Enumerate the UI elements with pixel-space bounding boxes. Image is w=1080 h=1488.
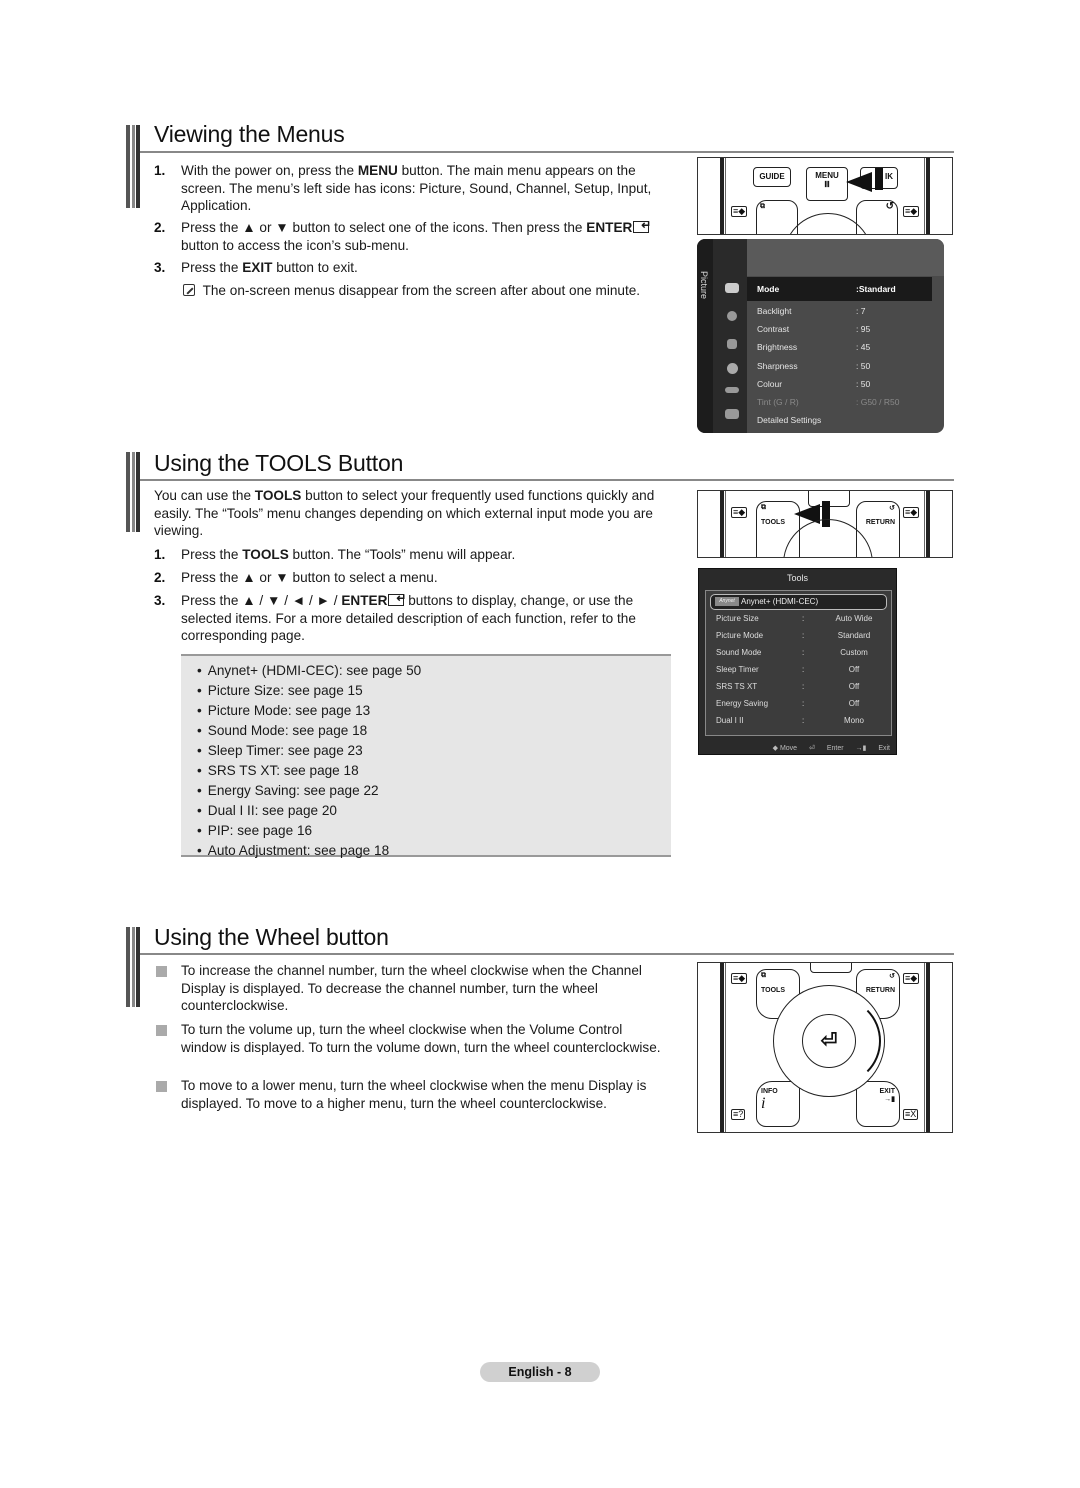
heading-rule — [140, 151, 954, 153]
input-key-left: ≡◆ — [731, 507, 748, 518]
tools-menu-footer: ◆ Move ⏎ Enter →▮ Exit — [763, 744, 890, 752]
pointer-arrow-icon — [846, 172, 872, 192]
info-key: INFO i — [756, 1081, 800, 1127]
remote-illustration-menu: GUIDE MENU Ⅲ IK ≡◆ ≡◆ ⧉ ↺ — [697, 157, 953, 235]
page-number: English - 8 — [480, 1362, 600, 1382]
reference-item: Dual I II: see page 20 — [197, 801, 671, 821]
section-marker — [126, 927, 140, 1007]
anynet-logo: Anynet — [715, 597, 739, 606]
section-marker — [126, 125, 140, 208]
enter-hint: ⏎ Enter — [809, 745, 844, 752]
heading-wheel-button: Using the Wheel button — [154, 924, 389, 950]
exit-hint: →▮ Exit — [855, 745, 890, 752]
menu-row-tint: Tint (G / R): G50 / R50 — [757, 397, 900, 407]
picture-menu-screen: Picture Mode:Standard Backlight: 7 Contr… — [697, 239, 944, 433]
menu-tab-picture: Picture — [699, 271, 709, 300]
menu-row-sharpness[interactable]: Sharpness: 50 — [757, 361, 942, 371]
application-icon — [725, 409, 739, 419]
enter-icon — [388, 590, 406, 608]
tools-reference-list: Anynet+ (HDMI-CEC): see page 50 Picture … — [181, 654, 671, 858]
tools-item-picture-mode[interactable]: Picture Mode: Standard — [716, 631, 887, 640]
tools-item-picture-size[interactable]: Picture Size: Auto Wide — [716, 614, 887, 623]
reference-item: Picture Size: see page 15 — [197, 681, 671, 701]
tools-menu-screen: Tools Anynet Anynet+ (HDMI-CEC) Picture … — [698, 568, 897, 755]
heading-rule — [140, 953, 954, 955]
top-key-partial — [810, 963, 852, 973]
channel-icon — [727, 339, 737, 349]
reference-item: Sound Mode: see page 18 — [197, 721, 671, 741]
sound-icon — [727, 311, 737, 321]
tools-item-sound-mode[interactable]: Sound Mode: Custom — [716, 648, 887, 657]
tools-item-srs-ts-xt[interactable]: SRS TS XT: Off — [716, 682, 887, 691]
tools-item-dual[interactable]: Dual I II: Mono — [716, 716, 887, 725]
enter-icon — [633, 217, 651, 235]
menu-row-brightness[interactable]: Brightness: 45 — [757, 342, 942, 352]
remote-illustration-tools: ≡◆ ≡◆ ⧉ TOOLS ↺ RETURN — [697, 490, 953, 558]
menu-row-contrast[interactable]: Contrast: 95 — [757, 324, 942, 334]
help-key: ≡? — [731, 1109, 746, 1120]
guide-key: GUIDE — [753, 167, 791, 187]
reference-item: Auto Adjustment: see page 18 — [197, 841, 671, 861]
reference-item: SRS TS XT: see page 18 — [197, 761, 671, 781]
menu-row-backlight[interactable]: Backlight: 7 — [757, 306, 942, 316]
reference-item: Sleep Timer: see page 23 — [197, 741, 671, 761]
tools-item-anynet[interactable]: Anynet Anynet+ (HDMI-CEC) — [710, 594, 887, 610]
menu-row-colour[interactable]: Colour: 50 — [757, 379, 942, 389]
picture-icon — [725, 283, 739, 293]
tools-item-energy-saving[interactable]: Energy Saving: Off — [716, 699, 887, 708]
move-hint: ◆ Move — [772, 745, 798, 752]
menus-note: The on-screen menus disappear from the s… — [183, 282, 673, 300]
input-key-left: ≡◆ — [731, 973, 748, 984]
heading-rule — [140, 479, 954, 481]
input-key-left: ≡◆ — [731, 206, 748, 217]
tools-intro: You can use the TOOLS button to select y… — [154, 488, 655, 538]
input-icon — [725, 387, 739, 393]
heading-viewing-menus: Viewing the Menus — [154, 121, 345, 147]
menu-row-mode[interactable]: Mode:Standard — [747, 277, 932, 301]
reference-item: PIP: see page 16 — [197, 821, 671, 841]
input-key-right: ≡◆ — [903, 973, 920, 984]
reference-item: Energy Saving: see page 22 — [197, 781, 671, 801]
tools-item-sleep-timer[interactable]: Sleep Timer: Off — [716, 665, 887, 674]
pointer-bar — [875, 168, 883, 190]
note-icon — [183, 284, 195, 296]
exit-key: EXIT →▮ — [856, 1081, 900, 1127]
setup-icon — [727, 363, 738, 374]
tools-menu-title: Tools — [786, 573, 808, 583]
section-marker — [126, 452, 140, 532]
enter-wheel-center[interactable]: ⏎ — [802, 1014, 856, 1068]
reference-item: Picture Mode: see page 13 — [197, 701, 671, 721]
input-key-right: ≡◆ — [903, 206, 920, 217]
heading-tools-button: Using the TOOLS Button — [154, 450, 404, 476]
input-key-right: ≡◆ — [903, 507, 920, 518]
exit-small-key: ≡X — [903, 1109, 919, 1120]
menu-key: MENU Ⅲ — [806, 167, 848, 201]
remote-illustration-wheel: ≡◆ ≡◆ ≡? ≡X ⧉ TOOLS ↺ RETURN INFO i EXIT →▮ … — [697, 962, 953, 1133]
reference-item: Anynet+ (HDMI-CEC): see page 50 — [197, 661, 671, 681]
menu-row-detailed-settings[interactable]: Detailed Settings — [757, 415, 942, 425]
